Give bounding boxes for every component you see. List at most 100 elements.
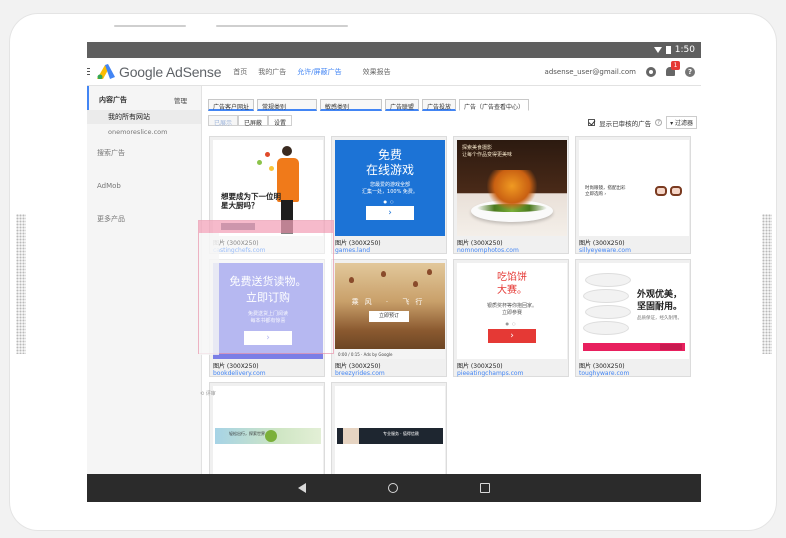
filter-button[interactable]: ▾ 过滤器 [666, 116, 697, 129]
ad-title-line1: 探索美食摄影 [462, 145, 493, 151]
scooter-graphic [265, 430, 277, 442]
menu-icon[interactable] [87, 68, 90, 76]
drag-overlay[interactable] [198, 220, 334, 355]
ad-title-line2: 让每个作品变得更美味 [462, 152, 513, 158]
carousel-dots: ●○ [383, 199, 397, 204]
sidebar-item-all-sites[interactable]: 我的所有网站 [87, 110, 201, 124]
bell-icon[interactable]: 1 [666, 61, 680, 76]
ad-subtext: 您最爱的游戏全部 汇集一处，100% 免费。 [335, 182, 445, 196]
ad-card[interactable]: 探索美食摄影 让每个作品变得更美味 图片 (300X250) nomnomphot… [453, 136, 569, 254]
ad-subtext-line1: 银质奖杯等你抱回家。 [486, 303, 537, 309]
overlay-review-handle[interactable]: ⟲ 评审 [200, 390, 216, 397]
lens-right [670, 186, 682, 196]
ad-cta: › [366, 206, 414, 220]
category-tabs: 广告客户网址 常规类别 敏感类别 广告联盟 广告投放 广告（广告查看中心） [208, 99, 530, 111]
ad-card[interactable]: 时尚眼镜，搭配出彩 立即选购 › 图片 (300X250) sillyeyewar… [575, 136, 691, 254]
ad-card[interactable]: 外观优美， 坚固耐用。 品质保证，经久耐用。 图片 (300X250) tough… [575, 259, 691, 377]
banner-text: 轻松出行，探索世界 [229, 431, 265, 436]
help-icon-small[interactable]: ? [655, 119, 663, 126]
gear-icon[interactable] [646, 66, 656, 77]
show-reviewed-checkbox[interactable] [588, 119, 596, 126]
subtab-shown[interactable]: 已展示 [208, 115, 239, 127]
tab-ad-serving[interactable]: 广告投放 [422, 99, 457, 111]
plate-graphic [585, 273, 631, 287]
nav-home[interactable]: 首页 [233, 67, 247, 77]
video-controls[interactable]: 0:00 / 0:15 · Ads by Google [335, 349, 445, 359]
ad-text-line1: 时尚眼镜，搭配出彩 [585, 186, 626, 191]
tab-ad-networks[interactable]: 广告联盟 [385, 99, 420, 111]
ad-cta: › [488, 329, 536, 343]
balloon-graphic [413, 281, 418, 287]
ad-domain[interactable]: pieeatingchamps.com [457, 370, 565, 377]
help-icon[interactable]: ? [685, 66, 695, 77]
ad-domain[interactable]: nomnomphotos.com [457, 247, 565, 254]
top-nav: 首页 我的广告 允许/屏蔽广告 效果报告 [233, 67, 390, 77]
user-email[interactable]: adsense_user@gmail.com [545, 68, 636, 76]
clock: 1:50 [674, 45, 695, 55]
header-right: adsense_user@gmail.com 1 ? [545, 61, 701, 77]
nav-reports[interactable]: 效果报告 [363, 67, 391, 77]
ad-card[interactable]: 乘风 · 飞行 立即预订 0:00 / 0:15 · Ads by Google… [331, 259, 447, 377]
nav-my-ads[interactable]: 我的广告 [258, 67, 286, 77]
ad-headline-line1: 外观优美， [637, 290, 683, 300]
sub-tabs: 已展示 已屏蔽 设置 [208, 115, 293, 127]
home-icon[interactable] [388, 483, 398, 493]
ad-subtext-line2: 汇集一处，100% 免费。 [362, 189, 418, 195]
tab-general-categories[interactable]: 常规类别 [257, 99, 318, 111]
ad-domain[interactable]: breezyrides.com [335, 370, 443, 377]
person-graphic [343, 428, 359, 444]
ad-domain[interactable]: games.land [335, 247, 443, 254]
ad-image-banner-business: 专业服务 · 值得信赖 [335, 386, 445, 482]
ad-card[interactable]: 吃馅饼 大赛。 银质奖杯等你抱回家。 立即参赛 ●○ › 图片 (300X250) … [453, 259, 569, 377]
balloon-graphic [349, 277, 354, 283]
tab-advertiser-urls[interactable]: 广告客户网址 [208, 99, 255, 111]
ad-text: 时尚眼镜，搭配出彩 立即选购 › [585, 186, 626, 198]
top-slot-left [114, 25, 186, 27]
ad-subtext: 品质保证，经久耐用。 [637, 316, 682, 321]
battery-icon [665, 46, 671, 54]
sidebar: 内容广告 管理 我的所有网站 onemoreslice.com 搜索广告 AdM… [87, 86, 202, 474]
ad-image-food: 探索美食摄影 让每个作品变得更美味 [457, 140, 567, 236]
ad-headline: 想要成为下一位明星大厨吗？ [221, 192, 281, 210]
ad-cta: 立即预订 [369, 311, 409, 322]
subtab-blocked[interactable]: 已屏蔽 [238, 115, 269, 127]
ad-headline: 免费 在线游戏 [335, 148, 445, 178]
sidebar-item-admob[interactable]: AdMob [87, 182, 201, 190]
ad-subtext-line1: 您最爱的游戏全部 [369, 182, 410, 188]
tab-sensitive-categories[interactable]: 敏感类别 [320, 99, 383, 111]
status-bar: 1:50 [87, 42, 701, 58]
sidebar-item-search-ads[interactable]: 搜索广告 [87, 148, 201, 158]
ad-domain[interactable]: sillyeyeware.com [579, 247, 687, 254]
back-icon[interactable] [298, 483, 306, 493]
sidebar-manage-link[interactable]: 管理 [174, 95, 187, 110]
subtab-settings[interactable]: 设置 [268, 115, 293, 127]
ad-headline: 吃馅饼 大赛。 [457, 271, 567, 297]
ad-cta-bar [583, 343, 685, 351]
ad-domain[interactable]: bookdelivery.com [213, 370, 321, 377]
sidebar-section-title: 内容广告 [99, 96, 127, 104]
ad-subtext-line2: 立即参赛 [501, 310, 522, 316]
ad-domain[interactable]: toughyware.com [579, 370, 687, 377]
sidebar-section[interactable]: 内容广告 管理 [87, 86, 201, 110]
overlay-header[interactable] [199, 221, 333, 233]
ad-text-line2: 立即选购 › [585, 192, 607, 197]
lime-graphic [257, 160, 262, 165]
ad-card[interactable]: 免费 在线游戏 您最爱的游戏全部 汇集一处，100% 免费。 ●○ › 图片 (30… [331, 136, 447, 254]
nav-allow-block[interactable]: 允许/屏蔽广告 [297, 67, 341, 77]
sidebar-item-more-products[interactable]: 更多产品 [87, 214, 201, 224]
top-slot-right [216, 25, 348, 27]
pepper-graphic [269, 166, 274, 171]
recents-icon[interactable] [480, 483, 490, 493]
lens-left [655, 186, 667, 196]
speaker-right [762, 214, 772, 354]
adsense-logo[interactable]: Google AdSense [97, 64, 221, 80]
ad-headline: 探索美食摄影 让每个作品变得更美味 [462, 145, 512, 159]
ad-type: 图片 (300X250) [335, 363, 381, 370]
tab-ad-review-center[interactable]: 广告（广告查看中心） [459, 99, 530, 111]
plate-graphic [585, 305, 631, 319]
sidebar-item-site[interactable]: onemoreslice.com [87, 124, 201, 140]
banner-strip: 专业服务 · 值得信赖 [337, 428, 443, 444]
overlay-sidebar [199, 233, 219, 355]
android-nav-bar [87, 474, 701, 502]
ad-type: 图片 (300X250) [335, 240, 381, 247]
